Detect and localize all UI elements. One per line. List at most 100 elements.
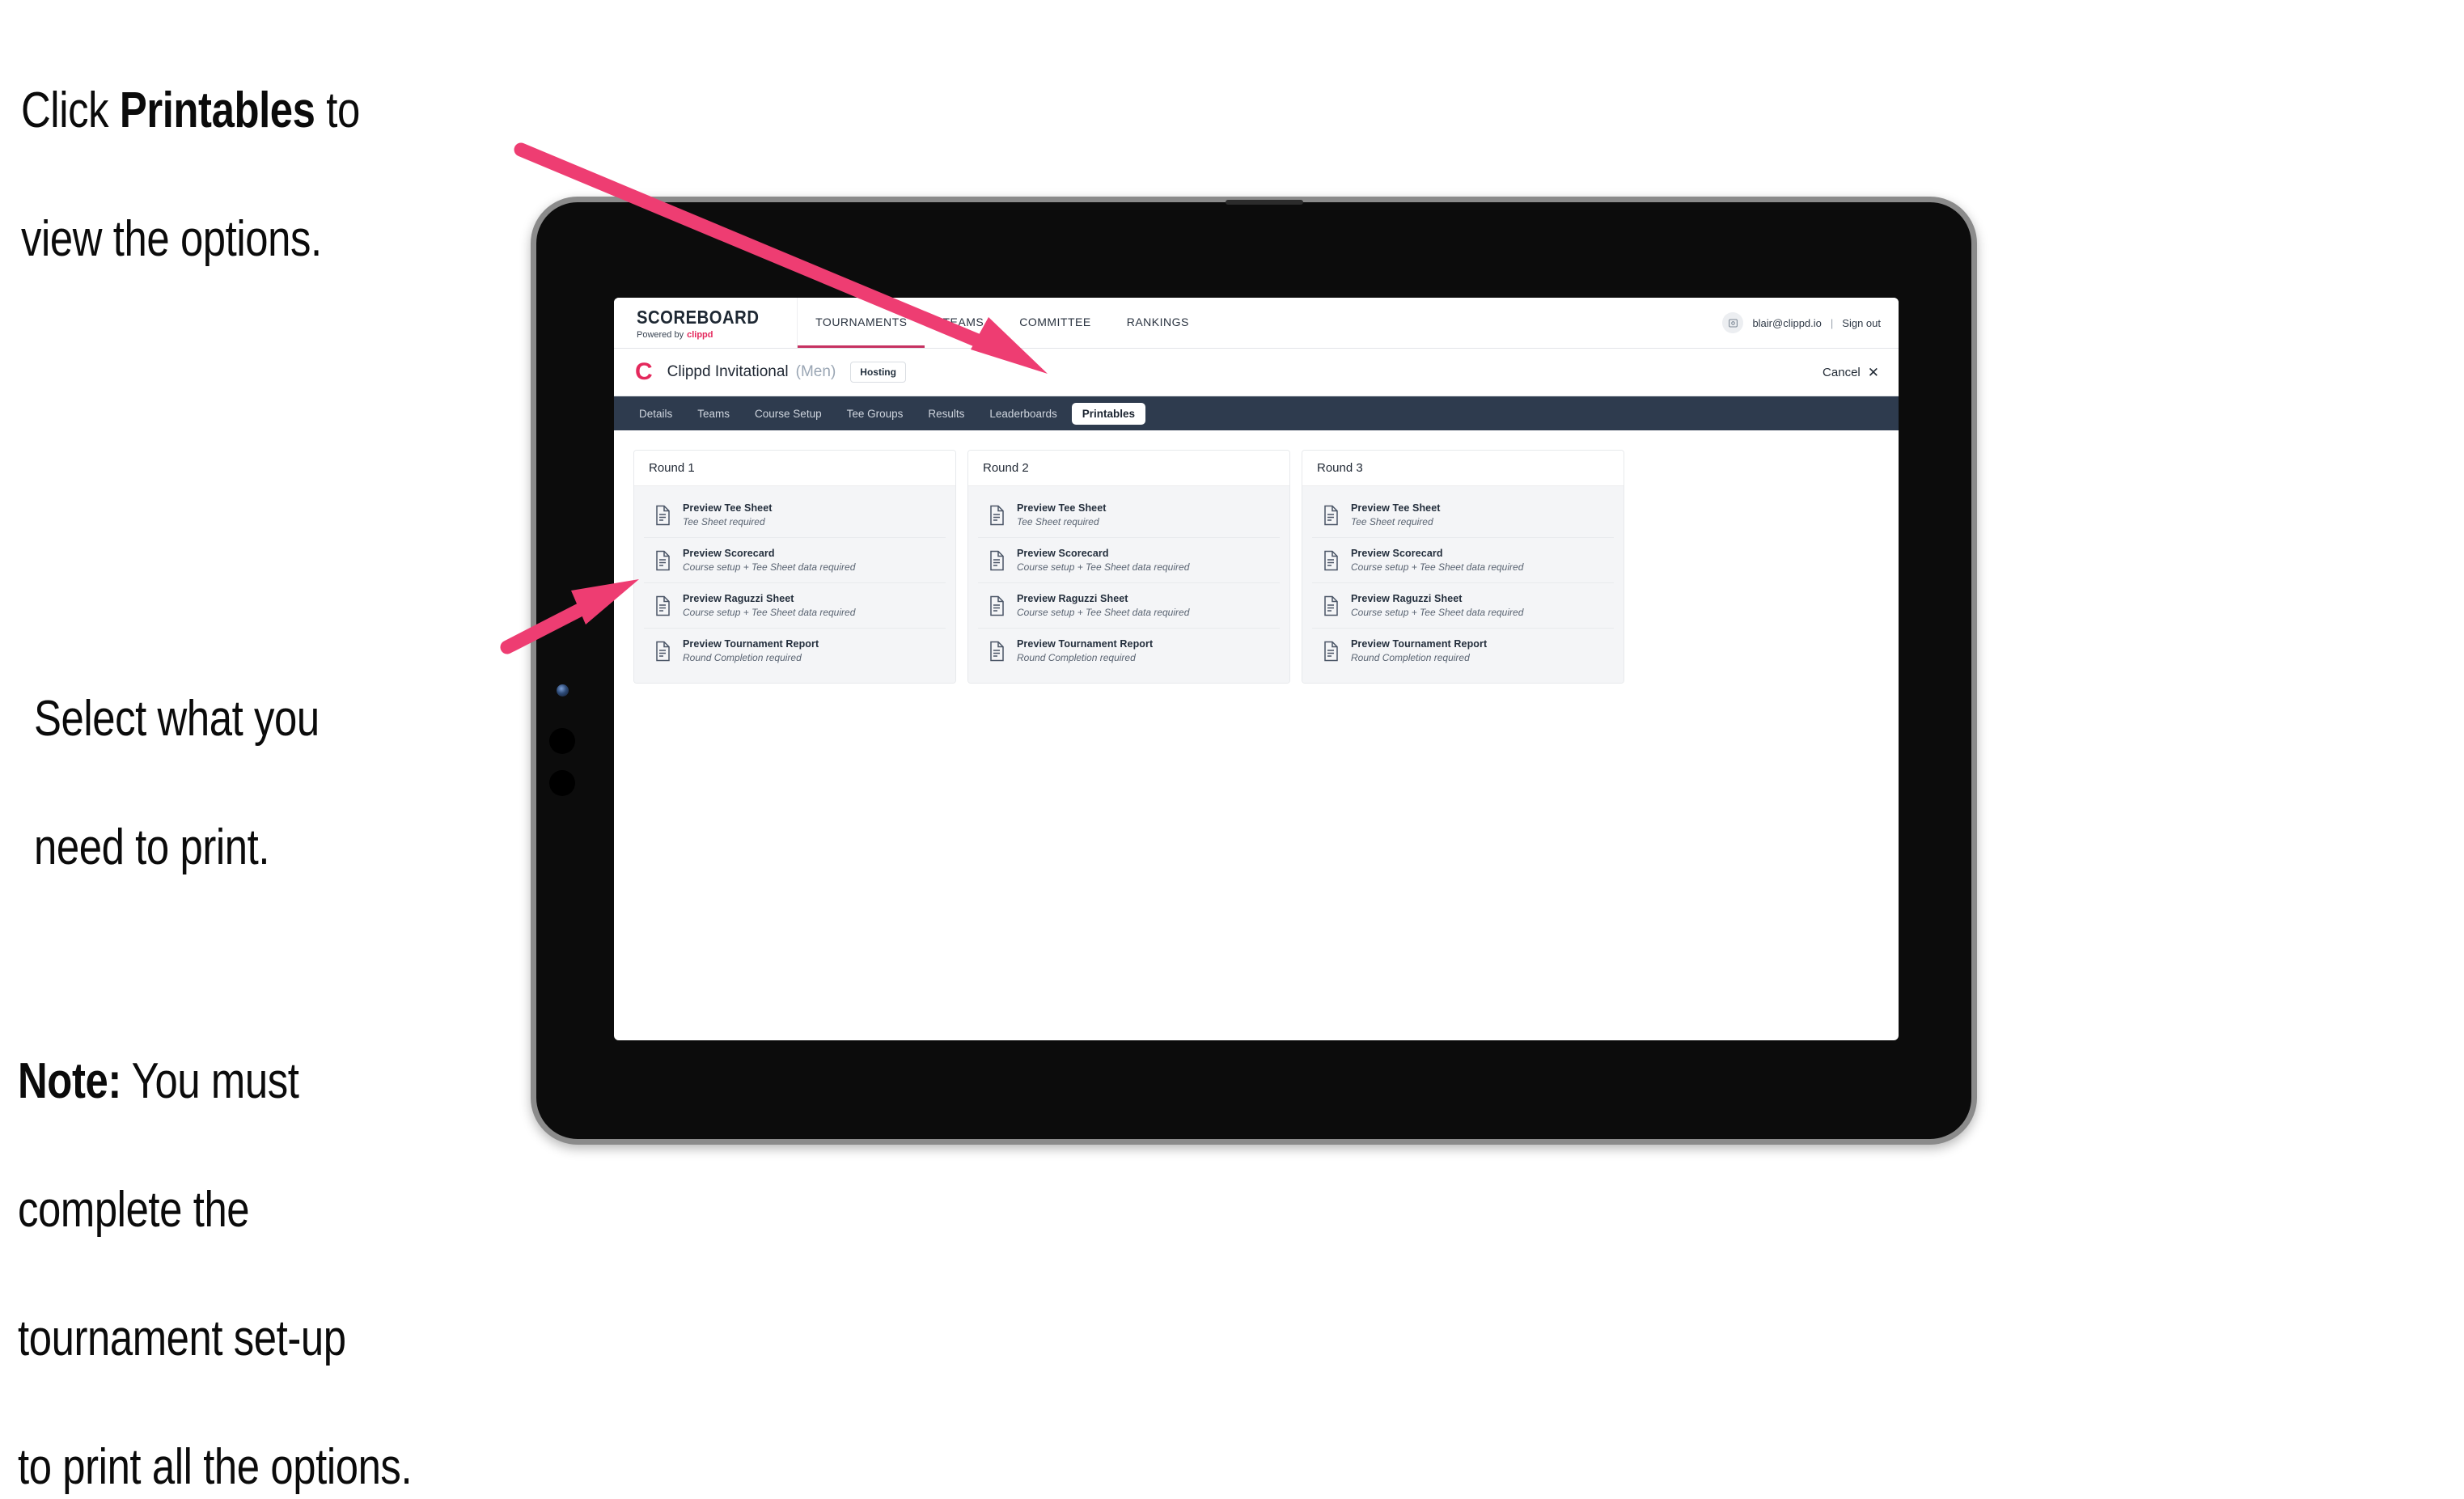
document-icon bbox=[654, 505, 671, 526]
printable-item-scorecard[interactable]: Preview Scorecard Course setup + Tee She… bbox=[978, 538, 1280, 583]
printable-item-tournament-report[interactable]: Preview Tournament Report Round Completi… bbox=[644, 629, 946, 673]
round-title: Round 3 bbox=[1302, 451, 1624, 486]
printable-title: Preview Scorecard bbox=[1351, 548, 1443, 559]
annotation-note: Note: You must complete the tournament s… bbox=[18, 985, 615, 1499]
printable-item-raguzzi-sheet[interactable]: Preview Raguzzi Sheet Course setup + Tee… bbox=[1312, 583, 1614, 629]
round-title: Round 2 bbox=[968, 451, 1289, 486]
printable-item-tee-sheet[interactable]: Preview Tee Sheet Tee Sheet required bbox=[978, 493, 1280, 538]
printable-title: Preview Tee Sheet bbox=[1017, 502, 1107, 514]
account-area: blair@clippd.io | Sign out bbox=[1722, 298, 1899, 348]
annotation-3-line4: to print all the options. bbox=[18, 1438, 413, 1495]
printable-title: Preview Scorecard bbox=[1017, 548, 1109, 559]
tournament-name: Clippd Invitational bbox=[667, 363, 789, 380]
tablet-device-frame: SCOREBOARD Powered by clippd TOURNAMENTS… bbox=[531, 197, 1977, 1145]
printable-title: Preview Tournament Report bbox=[1351, 638, 1488, 650]
printable-item-tournament-report[interactable]: Preview Tournament Report Round Completi… bbox=[978, 629, 1280, 673]
cancel-label: Cancel bbox=[1823, 365, 1861, 379]
printable-title: Preview Scorecard bbox=[683, 548, 775, 559]
document-icon bbox=[988, 550, 1005, 571]
brand-logo[interactable]: SCOREBOARD Powered by clippd bbox=[614, 298, 798, 348]
document-icon bbox=[654, 550, 671, 571]
printables-content: Round 1 Preview Tee Sheet Tee Sheet requ… bbox=[614, 430, 1899, 684]
printable-requirement: Round Completion required bbox=[1351, 652, 1470, 663]
account-email: blair@clippd.io bbox=[1752, 316, 1822, 329]
tab-tee-groups[interactable]: Tee Groups bbox=[836, 403, 914, 425]
tab-results[interactable]: Results bbox=[917, 403, 975, 425]
printable-requirement: Tee Sheet required bbox=[1017, 516, 1099, 527]
document-icon bbox=[988, 595, 1005, 616]
annotation-1-part-b: to bbox=[315, 83, 360, 139]
annotation-select-what-to-print: Select what you need to print. bbox=[34, 623, 498, 879]
brand-title: SCOREBOARD bbox=[637, 306, 760, 328]
annotation-3-line2: complete the bbox=[18, 1182, 250, 1239]
annotation-2-line1: Select what you bbox=[34, 691, 320, 747]
topnav-item-rankings[interactable]: RANKINGS bbox=[1109, 298, 1207, 348]
clippd-c-icon: C bbox=[635, 358, 653, 385]
brand-subtitle: Powered by clippd bbox=[637, 330, 776, 340]
annotation-3-part-b: You must bbox=[121, 1053, 299, 1110]
printable-title: Preview Raguzzi Sheet bbox=[683, 593, 794, 604]
annotation-3-bold: Note: bbox=[18, 1053, 121, 1110]
close-icon: ✕ bbox=[1867, 364, 1879, 380]
printable-title: Preview Tee Sheet bbox=[683, 502, 773, 514]
document-icon bbox=[654, 641, 671, 662]
printable-requirement: Course setup + Tee Sheet data required bbox=[683, 561, 856, 573]
primary-navigation: TOURNAMENTS TEAMS COMMITTEE RANKINGS bbox=[798, 298, 1207, 348]
printable-requirement: Course setup + Tee Sheet data required bbox=[1351, 561, 1524, 573]
tablet-button-volume-down[interactable] bbox=[549, 770, 575, 796]
round-items-list: Preview Tee Sheet Tee Sheet required Pre… bbox=[634, 486, 955, 683]
brand-clippd: clippd bbox=[687, 329, 713, 340]
tournament-header: C Clippd Invitational (Men) Hosting Canc… bbox=[614, 349, 1899, 396]
annotation-1-line2: view the options. bbox=[21, 211, 322, 268]
tablet-button-volume-up[interactable] bbox=[549, 728, 575, 754]
printable-item-raguzzi-sheet[interactable]: Preview Raguzzi Sheet Course setup + Tee… bbox=[978, 583, 1280, 629]
printable-title: Preview Tee Sheet bbox=[1351, 502, 1441, 514]
round-items-list: Preview Tee Sheet Tee Sheet required Pre… bbox=[968, 486, 1289, 683]
topnav-item-committee[interactable]: COMMITTEE bbox=[1001, 298, 1109, 348]
printable-requirement: Tee Sheet required bbox=[683, 516, 765, 527]
printable-title: Preview Tournament Report bbox=[1017, 638, 1154, 650]
round-title: Round 1 bbox=[634, 451, 955, 486]
tab-leaderboards[interactable]: Leaderboards bbox=[979, 403, 1067, 425]
tab-printables[interactable]: Printables bbox=[1071, 402, 1146, 425]
printable-item-scorecard[interactable]: Preview Scorecard Course setup + Tee She… bbox=[644, 538, 946, 583]
tab-details[interactable]: Details bbox=[629, 403, 683, 425]
printable-item-tournament-report[interactable]: Preview Tournament Report Round Completi… bbox=[1312, 629, 1614, 673]
tablet-speaker bbox=[1225, 200, 1303, 205]
round-column-1: Round 1 Preview Tee Sheet Tee Sheet requ… bbox=[633, 450, 956, 684]
printable-title: Preview Raguzzi Sheet bbox=[1351, 593, 1463, 604]
status-badge: Hosting bbox=[850, 362, 906, 383]
annotation-1-part-a: Click bbox=[21, 83, 120, 139]
printable-title: Preview Tournament Report bbox=[683, 638, 819, 650]
document-icon bbox=[988, 641, 1005, 662]
sign-out-button[interactable]: Sign out bbox=[1842, 317, 1881, 329]
tournament-gender: (Men) bbox=[795, 363, 836, 380]
printable-requirement: Course setup + Tee Sheet data required bbox=[1017, 607, 1190, 618]
printable-requirement: Course setup + Tee Sheet data required bbox=[683, 607, 856, 618]
printable-requirement: Round Completion required bbox=[1017, 652, 1136, 663]
printable-requirement: Round Completion required bbox=[683, 652, 802, 663]
tab-teams[interactable]: Teams bbox=[687, 403, 740, 425]
document-icon bbox=[988, 505, 1005, 526]
brand-powered-by: Powered by bbox=[637, 329, 684, 340]
cancel-button[interactable]: Cancel ✕ bbox=[1823, 366, 1879, 379]
printable-item-scorecard[interactable]: Preview Scorecard Course setup + Tee She… bbox=[1312, 538, 1614, 583]
topnav-item-tournaments[interactable]: TOURNAMENTS bbox=[798, 298, 925, 348]
printable-title: Preview Raguzzi Sheet bbox=[1017, 593, 1128, 604]
document-icon bbox=[1322, 550, 1340, 571]
round-column-2: Round 2 Preview Tee Sheet Tee Sheet requ… bbox=[967, 450, 1290, 684]
annotation-3-line3: tournament set-up bbox=[18, 1310, 346, 1366]
tablet-camera-icon bbox=[557, 684, 569, 697]
printable-requirement: Course setup + Tee Sheet data required bbox=[1017, 561, 1190, 573]
annotation-click-printables: Click Printables to view the options. bbox=[21, 15, 525, 271]
printable-item-tee-sheet[interactable]: Preview Tee Sheet Tee Sheet required bbox=[1312, 493, 1614, 538]
tournament-tab-bar: Details Teams Course Setup Tee Groups Re… bbox=[614, 396, 1899, 430]
tab-course-setup[interactable]: Course Setup bbox=[744, 403, 832, 425]
printable-item-tee-sheet[interactable]: Preview Tee Sheet Tee Sheet required bbox=[644, 493, 946, 538]
tablet-screen: SCOREBOARD Powered by clippd TOURNAMENTS… bbox=[614, 298, 1899, 1040]
avatar[interactable] bbox=[1722, 312, 1744, 333]
document-icon bbox=[1322, 595, 1340, 616]
topnav-item-teams[interactable]: TEAMS bbox=[925, 298, 1001, 348]
printable-item-raguzzi-sheet[interactable]: Preview Raguzzi Sheet Course setup + Tee… bbox=[644, 583, 946, 629]
annotation-1-bold: Printables bbox=[119, 83, 315, 139]
